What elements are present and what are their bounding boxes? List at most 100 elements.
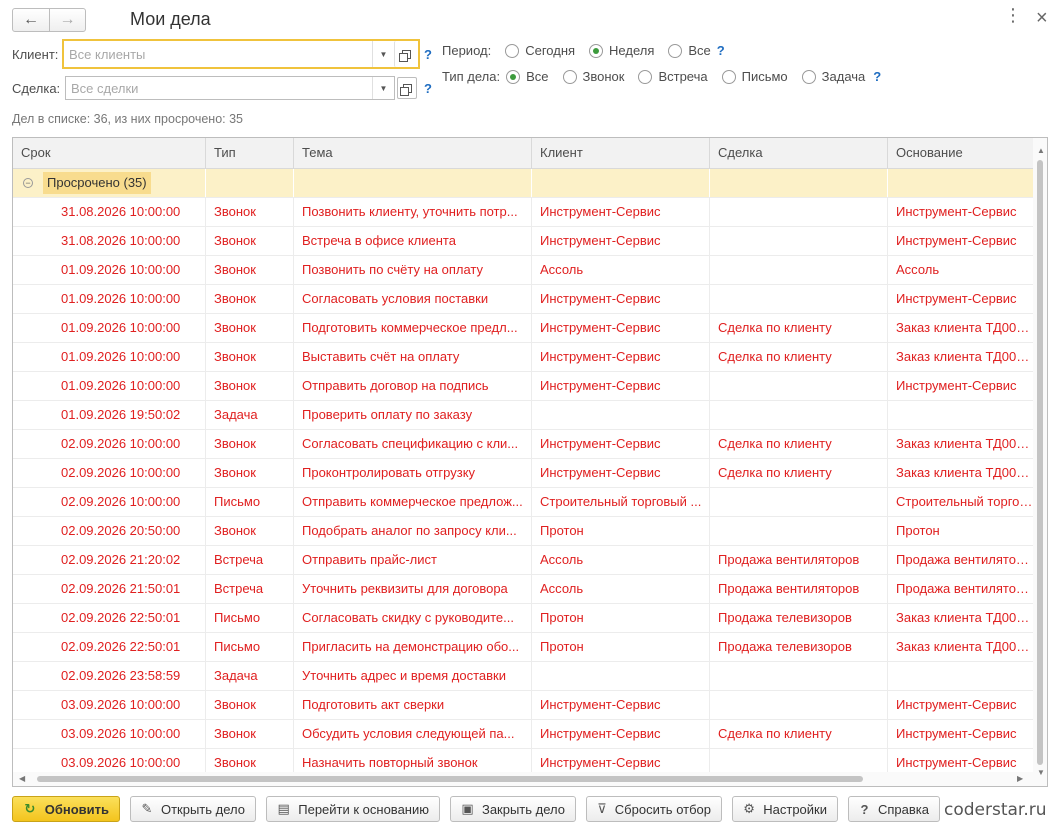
cell-basis: Протон [896, 523, 940, 538]
table-row[interactable]: 02.09.2026 22:50:01 Письмо Согласовать ски… [13, 604, 1033, 633]
open-client-icon[interactable] [394, 41, 418, 67]
clear-filter-icon: ⊽ [597, 801, 607, 816]
type-radio-all[interactable] [506, 69, 521, 84]
scroll-left-icon[interactable]: ◀ [19, 774, 25, 783]
table-row[interactable]: 02.09.2026 21:50:01 Встреча Уточнить рекви… [13, 575, 1033, 604]
close-task-button[interactable]: ▣ Закрыть дело [450, 796, 576, 822]
type-option-all[interactable]: Все [526, 69, 548, 84]
table-row[interactable]: 01.09.2026 10:00:00 Звонок Позвонить по сч… [13, 256, 1033, 285]
cell-basis: Ассоль [896, 262, 940, 277]
cell-basis: Инструмент-Сервис [896, 378, 1017, 393]
period-help-icon[interactable]: ? [717, 43, 725, 58]
back-arrow-icon[interactable]: ← [13, 9, 49, 31]
cell-topic: Согласовать скидку с руководите... [294, 604, 532, 632]
table-row[interactable]: 03.09.2026 10:00:00 Звонок Обсудить услови… [13, 720, 1033, 749]
table-row[interactable]: 01.09.2026 10:00:00 Звонок Подготовить ком… [13, 314, 1033, 343]
table-row[interactable]: 01.09.2026 10:00:00 Звонок Выставить счёт … [13, 343, 1033, 372]
column-header-deal[interactable]: Сделка [710, 138, 888, 169]
table-row[interactable]: 31.08.2026 10:00:00 Звонок Позвонить клиен… [13, 198, 1033, 227]
period-option-week[interactable]: Неделя [609, 43, 654, 58]
cell-deal [710, 517, 888, 545]
cell-basis: Заказ клиента ТД00-00 [896, 465, 1033, 480]
group-empty-cell [206, 169, 294, 197]
navigation-buttons: ← → [12, 8, 86, 32]
client-input[interactable]: Все клиенты [64, 47, 372, 62]
chevron-down-icon[interactable]: ▼ [372, 41, 394, 67]
cell-client: Ассоль [532, 575, 710, 603]
cell-deadline: 31.08.2026 10:00:00 [13, 227, 206, 255]
help-button[interactable]: ? Справка [848, 796, 940, 822]
type-radio-task[interactable] [801, 69, 816, 84]
type-option-task[interactable]: Задача [822, 69, 866, 84]
column-header-deadline[interactable]: Срок [13, 138, 206, 169]
cell-deadline: 03.09.2026 10:00:00 [13, 720, 206, 748]
table-row[interactable]: 02.09.2026 21:20:02 Встреча Отправить прай… [13, 546, 1033, 575]
cell-deal [710, 198, 888, 226]
period-radio-all[interactable] [668, 43, 683, 58]
scroll-down-icon[interactable]: ▼ [1037, 768, 1045, 777]
table-row[interactable]: 03.09.2026 10:00:00 Звонок Подготовить акт… [13, 691, 1033, 720]
column-header-basis[interactable]: Основание [888, 138, 1033, 169]
forward-arrow-icon[interactable]: → [48, 9, 85, 31]
chevron-down-icon[interactable]: ▼ [372, 77, 394, 99]
deal-help-icon[interactable]: ? [424, 81, 432, 96]
type-radio-call[interactable] [562, 69, 577, 84]
cell-basis: Заказ клиента ТД00-00 [896, 320, 1033, 335]
client-field[interactable]: Все клиенты ▼ [62, 39, 420, 69]
open-deal-icon[interactable] [397, 77, 417, 99]
scroll-right-icon[interactable]: ▶ [1017, 774, 1023, 783]
cell-deadline: 01.09.2026 10:00:00 [13, 285, 206, 313]
column-header-type[interactable]: Тип [206, 138, 294, 169]
table-row[interactable]: 02.09.2026 20:50:00 Звонок Подобрать анало… [13, 517, 1033, 546]
table-row[interactable]: 02.09.2026 10:00:00 Письмо Отправить комме… [13, 488, 1033, 517]
group-row-overdue[interactable]: − Просрочено (35) [13, 169, 1033, 198]
client-help-icon[interactable]: ? [424, 47, 432, 62]
scroll-up-icon[interactable]: ▲ [1037, 146, 1045, 155]
summary-count: Дел в списке: 36, из них просрочено: 35 [12, 112, 244, 126]
table-row[interactable]: 01.09.2026 10:00:00 Звонок Согласовать усл… [13, 285, 1033, 314]
more-menu-icon[interactable]: ⋮ [1004, 6, 1022, 24]
type-help-icon[interactable]: ? [873, 69, 881, 84]
period-option-all[interactable]: Все [688, 43, 710, 58]
period-radio-week[interactable] [589, 43, 604, 58]
type-radio-letter[interactable] [721, 69, 736, 84]
tasks-table[interactable]: Срок Тип Тема Клиент Сделка Основание − … [12, 137, 1048, 787]
table-row[interactable]: 02.09.2026 10:00:00 Звонок Согласовать спе… [13, 430, 1033, 459]
column-header-topic[interactable]: Тема [294, 138, 532, 169]
open-task-button[interactable]: ✎ Открыть дело [130, 796, 256, 822]
cell-deal: Сделка по клиенту [710, 459, 888, 487]
period-option-today[interactable]: Сегодня [525, 43, 575, 58]
cell-deal: Сделка по клиенту [710, 343, 888, 371]
table-row[interactable]: 02.09.2026 22:50:01 Письмо Пригласить на д… [13, 633, 1033, 662]
cell-deadline: 02.09.2026 22:50:01 [13, 604, 206, 632]
horizontal-scrollbar[interactable]: ◀ ▶ [13, 772, 1033, 786]
type-option-meeting[interactable]: Встреча [658, 69, 707, 84]
table-row[interactable]: 01.09.2026 10:00:00 Звонок Отправить догов… [13, 372, 1033, 401]
type-radio-meeting[interactable] [638, 69, 653, 84]
deal-field[interactable]: Все сделки ▼ [65, 76, 395, 100]
type-option-letter[interactable]: Письмо [742, 69, 788, 84]
period-radio-group: Период: Сегодня Неделя Все ? [442, 43, 725, 58]
column-header-client[interactable]: Клиент [532, 138, 710, 169]
table-row[interactable]: 01.09.2026 19:50:02 Задача Проверить оплат… [13, 401, 1033, 430]
horizontal-scroll-thumb[interactable] [37, 776, 863, 782]
period-radio-today[interactable] [505, 43, 520, 58]
table-row[interactable]: 02.09.2026 10:00:00 Звонок Проконтролирова… [13, 459, 1033, 488]
close-icon[interactable]: × [1036, 7, 1048, 30]
vertical-scroll-thumb[interactable] [1037, 160, 1043, 765]
cell-client: Протон [532, 604, 710, 632]
cell-basis: Инструмент-Сервис [896, 204, 1017, 219]
cell-topic: Отправить прайс-лист [294, 546, 532, 574]
reset-filter-button[interactable]: ⊽ Сбросить отбор [586, 796, 722, 822]
type-option-call[interactable]: Звонок [583, 69, 625, 84]
refresh-button[interactable]: ↻ Обновить [12, 796, 120, 822]
cell-client: Инструмент-Сервис [532, 372, 710, 400]
cell-type: Встреча [206, 546, 294, 574]
table-row[interactable]: 31.08.2026 10:00:00 Звонок Встреча в офисе… [13, 227, 1033, 256]
deal-input[interactable]: Все сделки [66, 81, 372, 96]
settings-button[interactable]: ⚙ Настройки [732, 796, 838, 822]
go-to-basis-button[interactable]: ▤ Перейти к основанию [266, 796, 440, 822]
collapse-icon[interactable]: − [23, 178, 33, 188]
table-row[interactable]: 02.09.2026 23:58:59 Задача Уточнить адрес … [13, 662, 1033, 691]
vertical-scrollbar[interactable]: ▲ ▼ [1033, 138, 1047, 786]
